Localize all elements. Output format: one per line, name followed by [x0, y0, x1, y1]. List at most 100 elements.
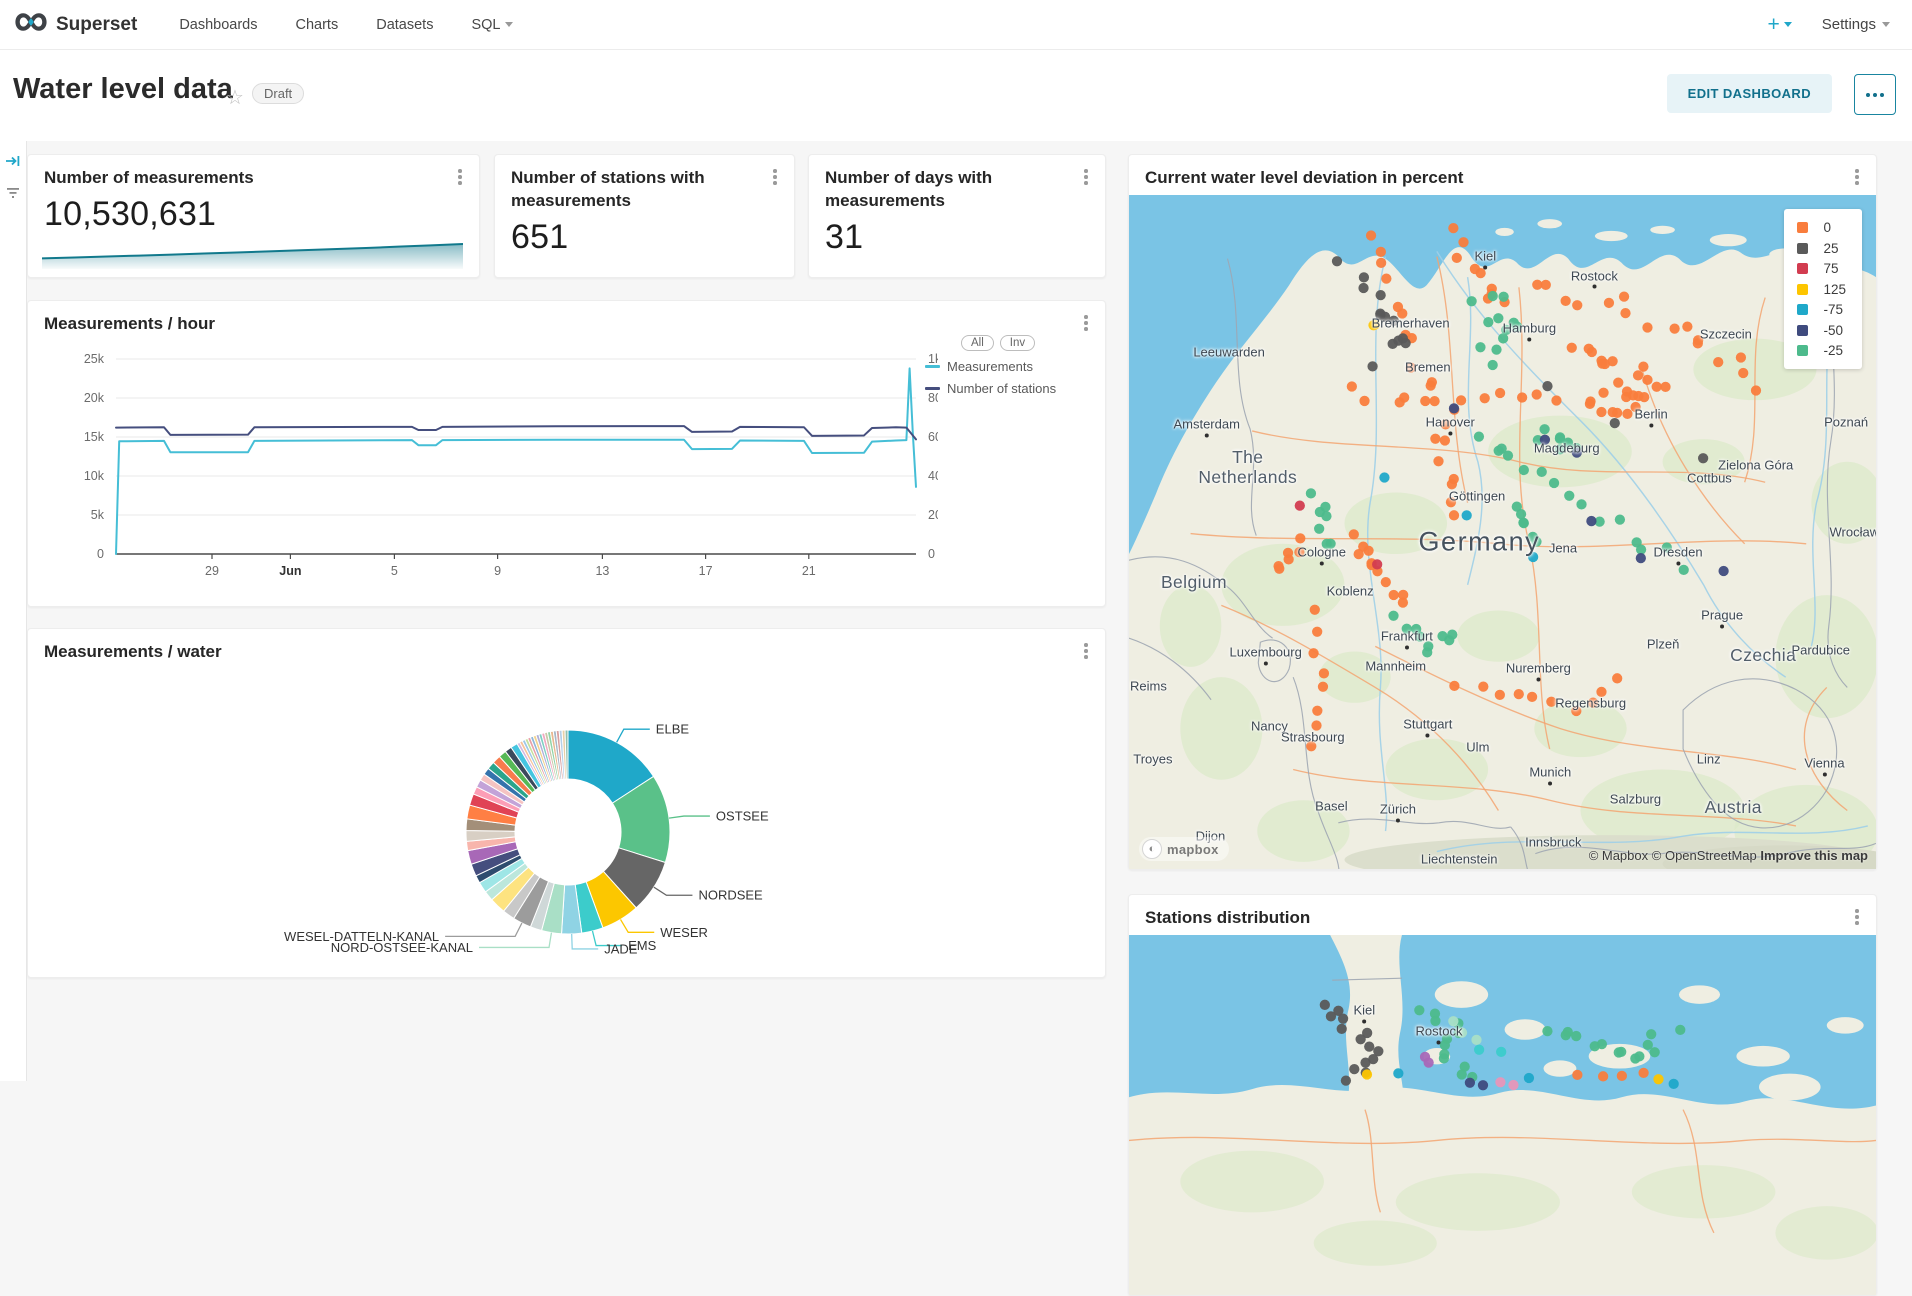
legend-item-measurements[interactable]: Measurements [925, 359, 1101, 374]
favorite-star-icon[interactable]: ☆ [226, 85, 244, 110]
dashboard-more-button[interactable] [1854, 74, 1896, 115]
improve-map-link[interactable]: Improve this map [1760, 848, 1868, 863]
station-dot [1512, 322, 1522, 332]
svg-text:21: 21 [802, 564, 816, 578]
svg-text:5k: 5k [91, 508, 105, 522]
legend-value-label: 75 [1823, 261, 1838, 276]
edit-dashboard-button[interactable]: EDIT DASHBOARD [1667, 74, 1832, 113]
chart-title: Measurements / water [44, 641, 222, 664]
station-dot [1564, 491, 1574, 501]
nav-item-dashboards[interactable]: Dashboards [179, 17, 257, 33]
station-dot [1376, 258, 1386, 268]
station-dot [1397, 308, 1407, 318]
station-dot [1493, 313, 1503, 323]
station-dot [1426, 381, 1436, 391]
deviation-map[interactable]: 02575125-75-50-25 ◐ mapbox © Mapbox © Op… [1129, 195, 1876, 869]
legend-value-label: 0 [1823, 220, 1831, 235]
station-dot [1367, 361, 1377, 371]
chart-options-kebab-icon[interactable] [1848, 907, 1866, 927]
station-dot [1496, 1047, 1506, 1057]
station-dot [1495, 1077, 1505, 1087]
station-dot [1376, 247, 1386, 257]
station-dot [1356, 1034, 1366, 1044]
station-dot [1424, 1057, 1434, 1067]
legend-color-swatch [1797, 284, 1808, 295]
station-dot [1393, 1068, 1403, 1078]
chart-options-kebab-icon[interactable] [766, 167, 784, 187]
svg-text:5: 5 [391, 564, 398, 578]
station-dot [1642, 375, 1652, 385]
station-dot [1449, 681, 1459, 691]
chart-title: Current water level deviation in percent [1145, 167, 1463, 190]
filter-icon[interactable] [5, 185, 21, 206]
map-legend-item: 0 [1797, 220, 1846, 235]
station-dot [1551, 395, 1561, 405]
svg-text:15k: 15k [84, 430, 105, 444]
station-dot [1354, 549, 1364, 559]
chart-options-kebab-icon[interactable] [1077, 313, 1095, 333]
top-navbar: Superset Dashboards Charts Datasets SQL … [0, 0, 1912, 50]
station-dot [1320, 1000, 1330, 1010]
station-dot [1388, 611, 1398, 621]
station-dot [1632, 537, 1642, 547]
chart-options-kebab-icon[interactable] [451, 167, 469, 187]
legend-color-swatch [1797, 325, 1808, 336]
chart-card-water-level-deviation-map: Current water level deviation in percent… [1128, 154, 1877, 870]
station-dot [1471, 1035, 1481, 1045]
station-dot [1314, 524, 1324, 534]
expand-filter-bar-icon[interactable] [5, 153, 21, 174]
superset-brand[interactable]: Superset [14, 11, 137, 38]
legend-invert-button[interactable]: Inv [1000, 335, 1035, 351]
station-dot [1540, 435, 1550, 445]
station-dot [1338, 1014, 1348, 1024]
station-dot [1598, 1071, 1608, 1081]
legend-color-swatch [1797, 243, 1808, 254]
station-dot [1621, 392, 1631, 402]
legend-select-all-button[interactable]: All [961, 335, 994, 351]
svg-text:9: 9 [494, 564, 501, 578]
station-dot [1414, 1005, 1424, 1015]
legend-item-number-of-stations[interactable]: Number of stations [925, 381, 1101, 396]
station-dot [1527, 692, 1537, 702]
nav-item-sql[interactable]: SQL [471, 17, 513, 33]
osm-attribution-link[interactable]: © OpenStreetMap [1652, 848, 1757, 863]
station-dot [1494, 446, 1504, 456]
station-dot [1642, 322, 1652, 332]
station-dot [1440, 1040, 1450, 1050]
station-dot [1312, 706, 1322, 716]
map-legend-item: 25 [1797, 241, 1846, 256]
add-new-button[interactable]: + [1768, 13, 1792, 37]
nav-item-datasets[interactable]: Datasets [376, 17, 433, 33]
station-dot [1310, 605, 1320, 615]
station-dot [1643, 1040, 1653, 1050]
chart-options-kebab-icon[interactable] [1848, 167, 1866, 187]
settings-menu[interactable]: Settings [1822, 16, 1890, 33]
station-dot [1308, 648, 1318, 658]
legend-value-label: 25 [1823, 241, 1838, 256]
kpi-value: 10,530,631 [44, 195, 216, 234]
station-dot [1638, 1068, 1648, 1078]
mapbox-logo[interactable]: ◐ mapbox [1139, 837, 1229, 861]
station-dot [1561, 296, 1571, 306]
chart-title: Number of days with measurements [825, 167, 1035, 213]
mapbox-attribution-link[interactable]: © Mapbox [1589, 848, 1648, 863]
nav-item-charts[interactable]: Charts [296, 17, 339, 33]
station-dot [1398, 598, 1408, 608]
chart-card-measurements-per-water: Measurements / water ELBEOSTSEENORDSEEWE… [27, 628, 1106, 978]
station-dot [1422, 647, 1432, 657]
station-dot [1652, 382, 1662, 392]
chart-title: Measurements / hour [44, 313, 215, 336]
brand-name: Superset [56, 14, 137, 36]
station-dot [1610, 418, 1620, 428]
station-dot [1311, 720, 1321, 730]
station-dot [1381, 577, 1391, 587]
station-dot [1669, 1079, 1679, 1089]
chart-options-kebab-icon[interactable] [1077, 167, 1095, 187]
station-dot [1519, 518, 1529, 528]
chart-options-kebab-icon[interactable] [1077, 641, 1095, 661]
stations-map[interactable]: KielRostock [1129, 935, 1876, 1295]
station-dot [1498, 333, 1508, 343]
station-dot [1452, 253, 1462, 263]
station-dot [1495, 388, 1505, 398]
station-dot [1598, 388, 1608, 398]
